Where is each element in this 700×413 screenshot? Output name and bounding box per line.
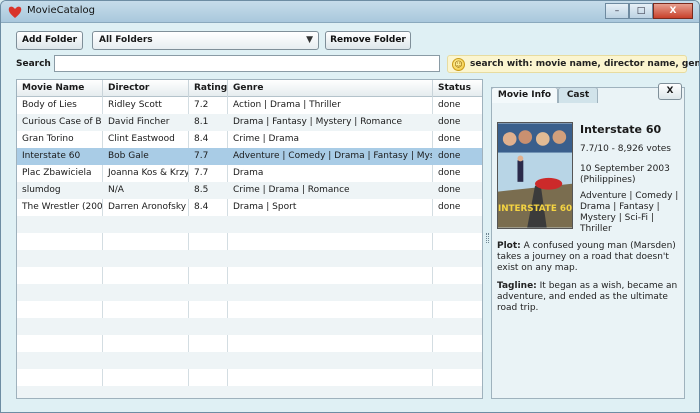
cell-status: done (438, 151, 461, 161)
cell-movie-name: The Wrestler (200 (22, 202, 102, 212)
table-row[interactable]: Curious Case of B David Fincher 8.1 Dram… (17, 114, 482, 131)
poster-title-text: INTERSTATE 60 (498, 204, 572, 214)
movie-title: Interstate 60 (580, 123, 662, 136)
empty-row (17, 233, 482, 250)
empty-row (17, 335, 482, 352)
column-header-rating[interactable]: Rating (189, 80, 228, 97)
table-row[interactable]: Gran Torino Clint Eastwood 8.4 Crime | D… (17, 131, 482, 148)
cell-director: Joanna Kos & Krzy (108, 168, 188, 178)
cell-movie-name: Curious Case of B (22, 117, 102, 127)
movie-release: 10 September 2003 (Philippines) (580, 164, 670, 185)
cell-director: N/A (108, 185, 124, 195)
movie-table: Movie Name Director Rating Genre Status … (16, 79, 483, 399)
cell-status: done (438, 134, 461, 144)
cell-rating: 8.4 (194, 134, 209, 144)
cell-status: done (438, 117, 461, 127)
movie-poster: INTERSTATE 60 (497, 122, 573, 229)
cell-genre: Drama (233, 168, 264, 178)
cell-rating: 7.2 (194, 100, 209, 110)
movie-tagline: Tagline: It began as a wish, became an a… (497, 281, 683, 314)
cell-status: done (438, 168, 461, 178)
search-hint: ☺ search with: movie name, director name… (447, 55, 699, 73)
cell-director: Ridley Scott (108, 100, 162, 110)
empty-row (17, 267, 482, 284)
app-window: MovieCatalog – □ X Add Folder All Folder… (0, 0, 700, 413)
cell-status: done (438, 185, 461, 195)
app-logo-icon (8, 6, 22, 18)
plot-label: Plot: (497, 241, 521, 251)
table-row[interactable]: The Wrestler (200 Darren Aronofsky 8.4 D… (17, 199, 482, 216)
movie-plot: Plot: A confused young man (Marsden) tak… (497, 241, 683, 274)
cell-director: David Fincher (108, 117, 170, 127)
cell-movie-name: Plac Zbawiciela (22, 168, 92, 178)
close-panel-button[interactable]: X (658, 83, 682, 100)
search-input[interactable] (54, 55, 440, 72)
movie-rating-votes: 7.7/10 - 8,926 votes (580, 144, 671, 154)
folder-select[interactable]: All Folders ▼ (92, 31, 319, 50)
chevron-down-icon: ▼ (306, 35, 313, 45)
remove-folder-button[interactable]: Remove Folder (325, 31, 411, 50)
title-bar[interactable]: MovieCatalog – □ X (1, 1, 699, 23)
movie-genres: Adventure | Comedy | Drama | Fantasy | M… (580, 191, 679, 234)
empty-row (17, 318, 482, 335)
cell-director: Clint Eastwood (108, 134, 175, 144)
empty-row (17, 369, 482, 386)
lightbulb-icon: ☺ (452, 58, 465, 71)
table-row[interactable]: Body of Lies Ridley Scott 7.2 Action | D… (17, 97, 482, 114)
search-hint-text: search with: movie name, director name, … (470, 59, 700, 69)
cell-rating: 8.4 (194, 202, 209, 212)
cell-genre: Drama | Fantasy | Mystery | Romance (233, 117, 403, 127)
window-title: MovieCatalog (27, 5, 95, 16)
cell-director: Bob Gale (108, 151, 149, 161)
folder-select-value: All Folders (99, 35, 153, 45)
maximize-button[interactable]: □ (629, 3, 653, 19)
empty-row (17, 284, 482, 301)
table-row[interactable]: Plac Zbawiciela Joanna Kos & Krzy 7.7 Dr… (17, 165, 482, 182)
column-header-genre[interactable]: Genre (228, 80, 433, 97)
column-header-movie-name[interactable]: Movie Name (17, 80, 103, 97)
table-header: Movie Name Director Rating Genre Status (17, 80, 482, 97)
cell-genre: Adventure | Comedy | Drama | Fantasy | M… (233, 151, 432, 161)
cell-movie-name: Body of Lies (22, 100, 77, 110)
empty-row (17, 250, 482, 267)
cell-genre: Action | Drama | Thriller (233, 100, 341, 110)
table-row-selected[interactable]: Interstate 60 Bob Gale 7.7 Adventure | C… (17, 148, 482, 165)
cell-rating: 7.7 (194, 168, 209, 178)
cell-status: done (438, 202, 461, 212)
cell-rating: 7.7 (194, 151, 209, 161)
cell-rating: 8.1 (194, 117, 209, 127)
column-header-director[interactable]: Director (103, 80, 189, 97)
tab-movie-info[interactable]: Movie Info (491, 87, 558, 103)
cell-movie-name: slumdog (22, 185, 61, 195)
cell-director: Darren Aronofsky (108, 202, 187, 212)
cell-genre: Crime | Drama | Romance (233, 185, 350, 195)
cell-movie-name: Interstate 60 (22, 151, 81, 161)
empty-row (17, 301, 482, 318)
empty-row (17, 216, 482, 233)
minimize-button[interactable]: – (605, 3, 629, 19)
tab-cast[interactable]: Cast (558, 87, 598, 103)
tagline-label: Tagline: (497, 281, 537, 291)
column-header-status[interactable]: Status (433, 80, 482, 97)
empty-row (17, 386, 482, 398)
plot-text: A confused young man (Marsden) takes a j… (497, 241, 676, 273)
cell-status: done (438, 100, 461, 110)
cell-genre: Crime | Drama (233, 134, 299, 144)
search-label: Search (16, 59, 51, 69)
cell-rating: 8.5 (194, 185, 209, 195)
close-window-button[interactable]: X (653, 3, 693, 19)
add-folder-button[interactable]: Add Folder (16, 31, 83, 50)
empty-row (17, 352, 482, 369)
cell-genre: Drama | Sport (233, 202, 297, 212)
cell-movie-name: Gran Torino (22, 134, 74, 144)
splitter-handle[interactable] (486, 233, 489, 243)
table-row[interactable]: slumdog N/A 8.5 Crime | Drama | Romance … (17, 182, 482, 199)
